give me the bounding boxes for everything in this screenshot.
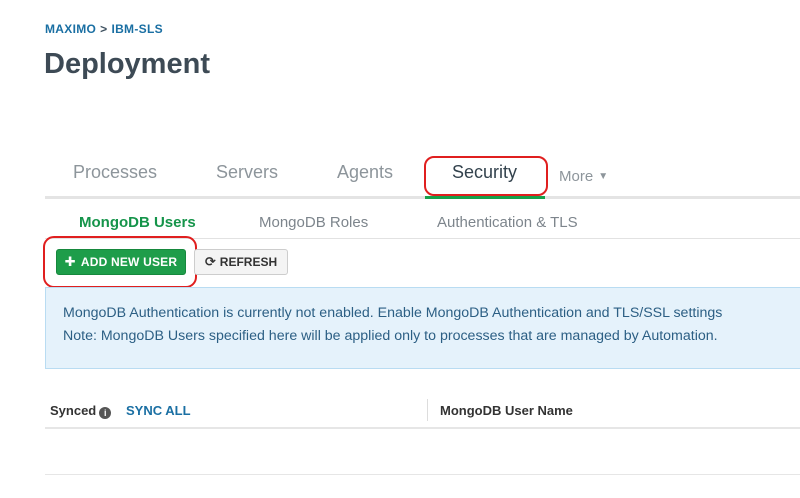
tab-more[interactable]: More ▼ [559,168,608,185]
subtab-authentication-tls[interactable]: Authentication & TLS [437,214,578,231]
column-divider [427,399,428,421]
chevron-down-icon: ▼ [598,171,609,182]
table-header: Synced i SYNC ALL MongoDB User Name [45,395,800,429]
tab-servers[interactable]: Servers [216,162,278,183]
page-title: Deployment [44,48,210,80]
tab-more-label: More [559,168,594,185]
synced-column-header: Synced i [50,403,112,419]
info-icon[interactable]: i [99,407,112,419]
main-tabs: Processes Servers Agents Security More ▼ [45,150,800,199]
username-column-header[interactable]: MongoDB User Name [440,403,573,418]
subtab-mongodb-roles[interactable]: MongoDB Roles [259,214,368,231]
tab-processes[interactable]: Processes [73,162,157,183]
info-banner-line-1: MongoDB Authentication is currently not … [63,305,723,321]
add-user-highlight [43,236,197,288]
refresh-label: REFRESH [219,255,278,269]
security-tab-highlight [424,156,548,196]
info-banner: MongoDB Authentication is currently not … [45,287,800,369]
refresh-icon: ⟳ [204,254,216,269]
breadcrumb-project[interactable]: IBM-SLS [111,22,162,36]
breadcrumb-org[interactable]: MAXIMO [45,22,96,36]
info-banner-line-2: Note: MongoDB Users specified here will … [63,328,718,344]
sync-all-link[interactable]: SYNC ALL [126,403,191,418]
breadcrumb-separator: > [100,22,108,36]
refresh-button[interactable]: ⟳ REFRESH [194,249,288,275]
sub-tabs: MongoDB Users MongoDB Roles Authenticati… [45,200,800,239]
active-tab-underline [425,196,545,199]
tab-agents[interactable]: Agents [337,162,393,183]
row-divider [45,474,800,475]
breadcrumb: MAXIMO > IBM-SLS [45,22,163,36]
subtab-mongodb-users[interactable]: MongoDB Users [79,214,196,231]
synced-header-label: Synced [50,403,97,418]
